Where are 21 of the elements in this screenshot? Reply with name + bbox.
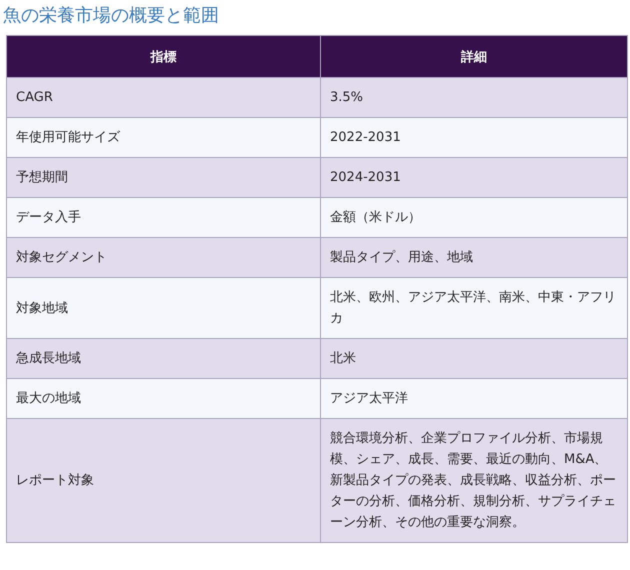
table-cell: 北米 (320, 338, 628, 378)
table-cell: 対象セグメント (6, 238, 320, 278)
table-cell: 急成長地域 (6, 338, 320, 378)
table-cell: 3.5% (320, 78, 628, 118)
table-cell: 競合環境分析、企業プロファイル分析、市場規模、シェア、成長、需要、最近の動向、M&A、新製品タイプの発表、成長戦略、収益分析、ポーターの分析、価格分析、規制分析、サプライチェーン分析、その他の重要な洞察。 (320, 418, 628, 542)
table-cell: アジア太平洋 (320, 378, 628, 418)
table-cell: 年使用可能サイズ (6, 118, 320, 158)
table-cell: 最大の地域 (6, 378, 320, 418)
table-cell: 対象地域 (6, 278, 320, 338)
page-title: 魚の栄養市場の概要と範囲 (2, 4, 220, 28)
table-cell: 製品タイプ、用途、地域 (320, 238, 628, 278)
table-cell: 金額（米ドル） (320, 198, 628, 238)
column-header: 指標 (6, 36, 320, 78)
table-cell: 北米、欧州、アジア太平洋、南米、中東・アフリカ (320, 278, 628, 338)
table-cell: レポート対象 (6, 418, 320, 542)
table-cell: 予想期間 (6, 158, 320, 198)
table-cell: データ入手 (6, 198, 320, 238)
table-cell: CAGR (6, 78, 320, 118)
column-header: 詳細 (320, 36, 628, 78)
table-cell: 2024-2031 (320, 158, 628, 198)
table-cell: 2022-2031 (320, 118, 628, 158)
